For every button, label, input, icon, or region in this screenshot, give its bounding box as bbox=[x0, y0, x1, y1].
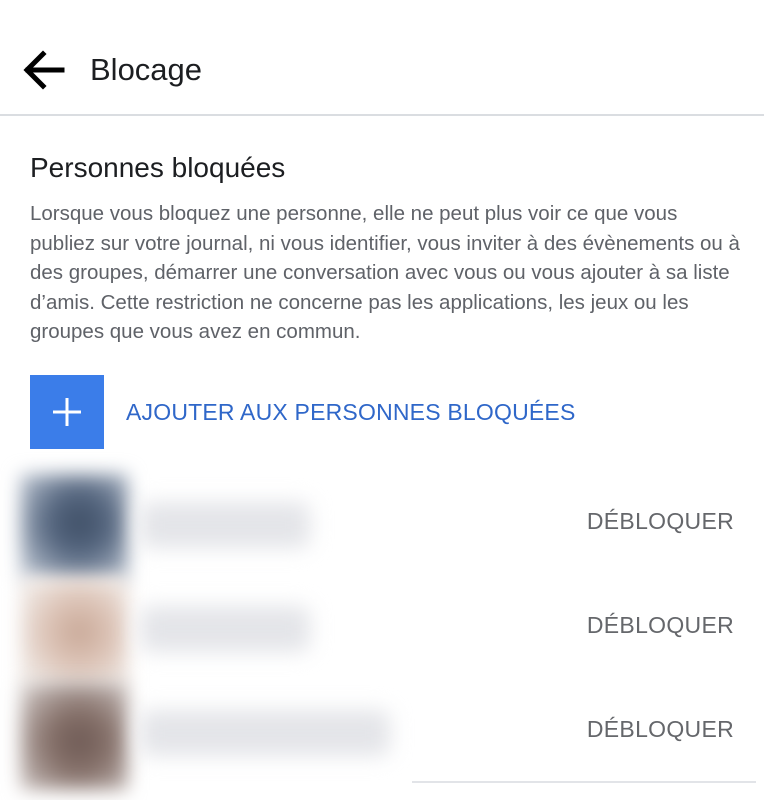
arrow-left-icon bbox=[23, 50, 65, 90]
avatar bbox=[20, 578, 128, 686]
add-blocked-person-label[interactable]: AJOUTER AUX PERSONNES BLOQUÉES bbox=[126, 399, 576, 426]
blocked-person-row: DÉBLOQUER bbox=[20, 682, 764, 790]
unblock-button[interactable]: DÉBLOQUER bbox=[587, 506, 734, 536]
unblock-button[interactable]: DÉBLOQUER bbox=[587, 714, 734, 744]
section-title: Personnes bloquées bbox=[30, 152, 286, 183]
page-title: Blocage bbox=[90, 52, 203, 87]
blurred-name bbox=[140, 502, 310, 548]
avatar bbox=[20, 682, 128, 790]
add-blocked-person-button[interactable]: AJOUTER AUX PERSONNES BLOQUÉES bbox=[30, 375, 576, 449]
section-description: Lorsque vous bloquez une personne, elle … bbox=[30, 202, 740, 343]
blocked-person-row: DÉBLOQUER bbox=[20, 578, 764, 686]
add-button-square[interactable] bbox=[30, 375, 104, 449]
unblock-button[interactable]: DÉBLOQUER bbox=[587, 610, 734, 640]
plus-icon bbox=[53, 398, 81, 426]
avatar bbox=[20, 474, 128, 582]
app-header: Blocage bbox=[0, 0, 764, 116]
list-divider bbox=[412, 781, 756, 783]
blurred-name bbox=[140, 606, 310, 652]
back-button[interactable] bbox=[18, 44, 70, 96]
blurred-name bbox=[140, 710, 390, 756]
blocked-person-row: DÉBLOQUER bbox=[20, 474, 764, 582]
